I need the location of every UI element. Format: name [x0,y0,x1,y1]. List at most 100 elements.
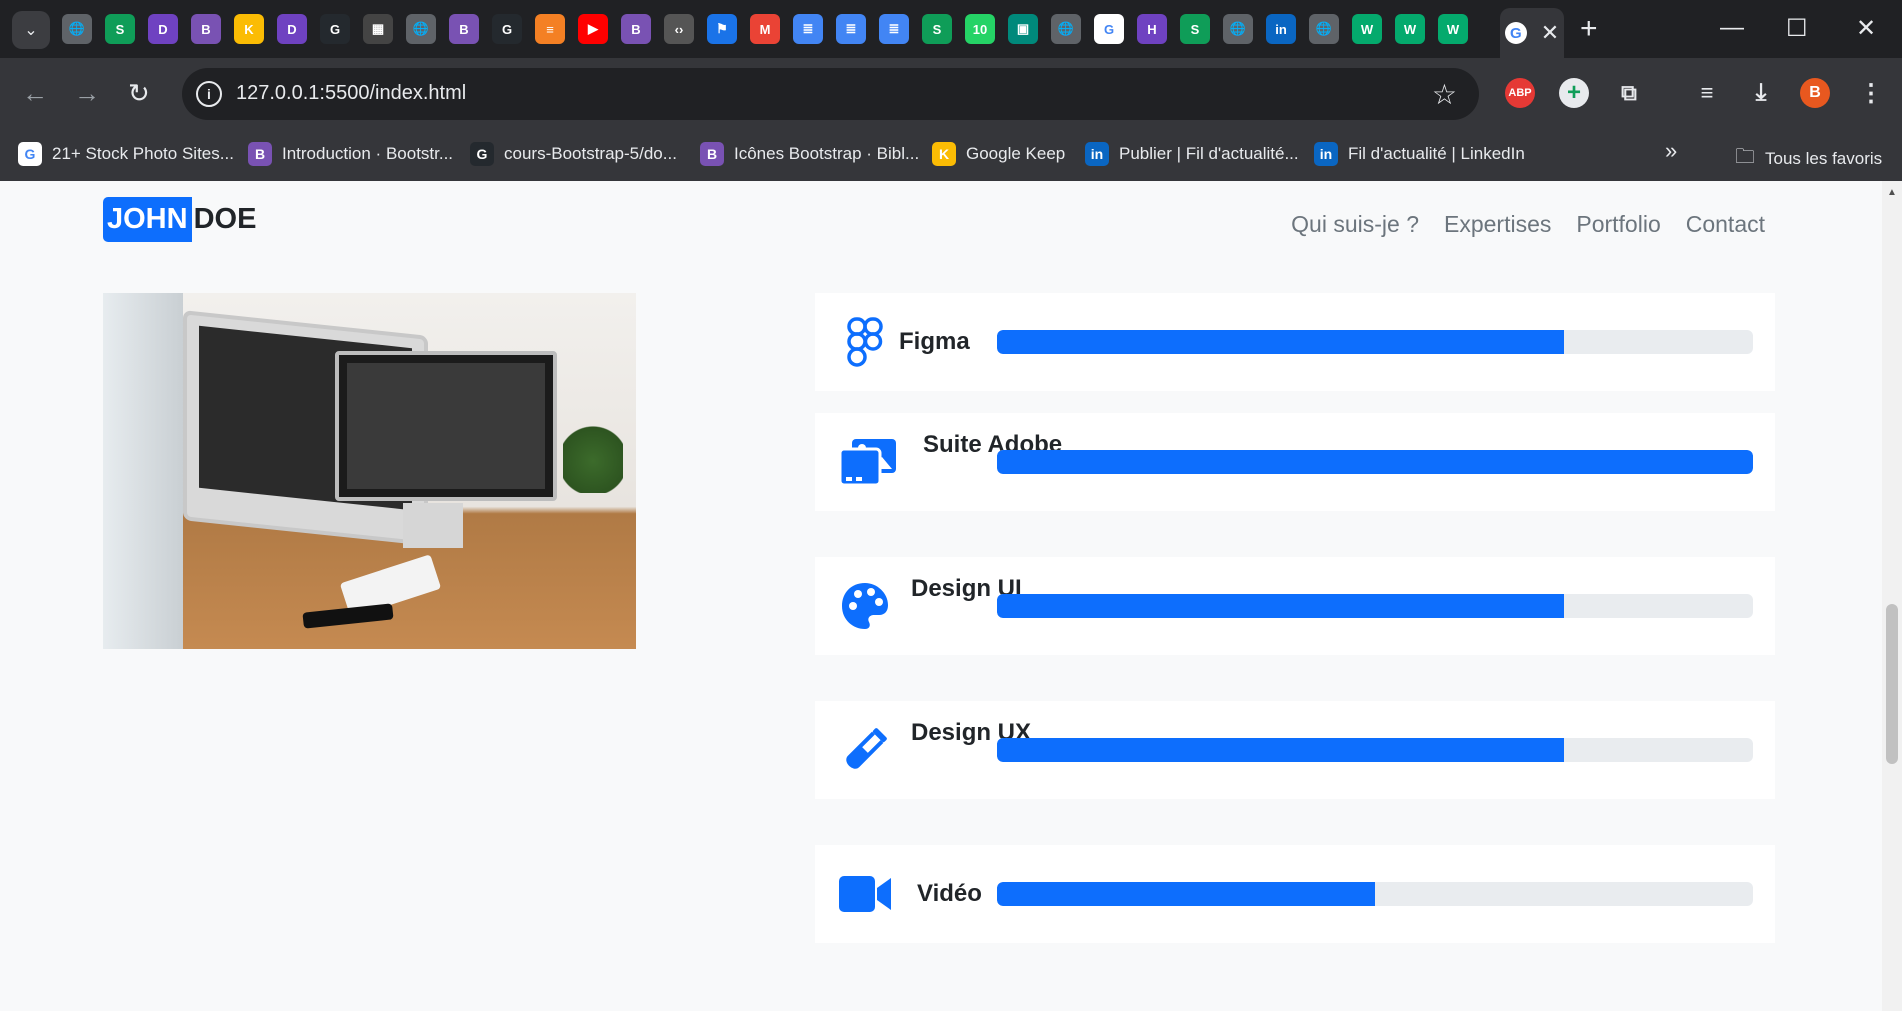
url-text[interactable]: 127.0.0.1:5500/index.html [236,82,466,105]
globe-tab-icon[interactable]: 🌐 [1309,14,1339,44]
docs-tab-icon[interactable]: ≣ [836,14,866,44]
bookmark-label: Fil d'actualité | LinkedIn [1348,144,1525,163]
web-page: JOHN DOE Qui suis-je ? Expertises Portfo… [0,181,1882,1011]
profile-avatar[interactable]: B [1800,78,1830,108]
savi-tab-icon[interactable]: S [1180,14,1210,44]
d-app-tab-icon[interactable]: D [277,14,307,44]
camera-video-icon [837,866,893,922]
nav-link-about[interactable]: Qui suis-je ? [1291,211,1419,238]
close-tab-icon[interactable]: ✕ [1541,20,1559,46]
browser-chrome: ⌄ 🌐 S D B K D G ▦ 🌐 B G ≡ ▶ B ‹› ⚑ M ≣ ≣ ≣ S 10 ▣ 🌐 G H S 🌐 in 🌐 W W W G… [0,0,1902,181]
globe-tab-icon[interactable]: 🌐 [1051,14,1081,44]
skill-progress-bar [997,594,1753,618]
docs-tab-icon[interactable]: ≣ [793,14,823,44]
w3-tab-icon[interactable]: W [1438,14,1468,44]
globe-tab-icon[interactable]: 🌐 [1223,14,1253,44]
savi-tab-icon[interactable]: S [105,14,135,44]
skill-progress-fill [997,594,1564,618]
brand-first-name: JOHN [103,197,192,242]
palette-icon [837,578,893,634]
workspace-photo [103,293,636,649]
bookmark-item[interactable]: in Publier | Fil d'actualité... [1085,142,1299,166]
skill-name: Figma [899,328,970,355]
globe-tab-icon[interactable]: 🌐 [62,14,92,44]
tab-list: 🌐 S D B K D G ▦ 🌐 B G ≡ ▶ B ‹› ⚑ M ≣ ≣ ≣ S 10 ▣ 🌐 G H S 🌐 in 🌐 W W W [62,14,1468,44]
github-tab-icon[interactable]: G [492,14,522,44]
address-bar[interactable]: i 127.0.0.1:5500/index.html ☆ [182,68,1479,120]
back-button[interactable]: ← [22,80,48,106]
bookmark-label: Publier | Fil d'actualité... [1119,144,1299,163]
bootstrap-tab-icon[interactable]: B [191,14,221,44]
bootstrap-tab-icon[interactable]: B [621,14,651,44]
skill-progress-bar [997,450,1753,474]
skill-progress-bar [997,882,1753,906]
bookmark-item[interactable]: B Introduction · Bootstr... [248,142,453,166]
bootstrap-tab-icon[interactable]: B [449,14,479,44]
linkedin-tab-icon[interactable]: in [1266,14,1296,44]
whatsapp-tab-icon[interactable]: 10 [965,14,995,44]
images-icon [837,434,899,490]
bookmark-item[interactable]: B Icônes Bootstrap · Bibl... [700,142,919,166]
w3-tab-icon[interactable]: W [1395,14,1425,44]
bookmark-item[interactable]: in Fil d'actualité | LinkedIn [1314,142,1525,166]
folder-icon: 🗀 [1735,146,1755,168]
nav-link-contact[interactable]: Contact [1686,211,1765,238]
site-logo[interactable]: JOHN DOE [103,197,258,242]
active-tab[interactable]: G ✕ [1500,8,1564,58]
stackoverflow-tab-icon[interactable]: ≡ [535,14,565,44]
flag-tab-icon[interactable]: ⚑ [707,14,737,44]
bookmark-item[interactable]: Gcours-Bootstrap-5/do... [470,142,677,166]
more-bookmarks-icon[interactable]: » [1665,138,1677,164]
tab-strip: ⌄ 🌐 S D B K D G ▦ 🌐 B G ≡ ▶ B ‹› ⚑ M ≣ ≣ ≣ S 10 ▣ 🌐 G H S 🌐 in 🌐 W W W G… [0,0,1902,58]
docs-tab-icon[interactable]: ≣ [879,14,909,44]
savi-tab-icon[interactable]: S [922,14,952,44]
w3-tab-icon[interactable]: W [1352,14,1382,44]
hackerrank-tab-icon[interactable]: H [1137,14,1167,44]
close-window-button[interactable]: ✕ [1856,14,1876,43]
bookmark-label: cours-Bootstrap-5/do... [504,144,677,163]
bookmark-label: 21+ Stock Photo Sites... [52,144,234,163]
add-extension-icon[interactable]: + [1559,78,1589,108]
gmail-tab-icon[interactable]: M [750,14,780,44]
adblock-extension-icon[interactable]: ABP [1505,78,1535,108]
media-controls-icon[interactable]: ≡ [1692,78,1722,108]
skill-card-design-ux: Design UX [815,701,1775,799]
globe-tab-icon[interactable]: 🌐 [406,14,436,44]
keep-tab-icon[interactable]: K [234,14,264,44]
page-scrollbar[interactable]: ▲ [1882,181,1902,1011]
skill-progress-fill [997,738,1564,762]
skill-card-video: Vidéo [815,845,1775,943]
forward-button[interactable]: → [74,80,100,106]
site-info-icon[interactable]: i [196,81,222,107]
download-icon[interactable]: ⤓ [1746,78,1776,108]
all-bookmarks-folder[interactable]: 🗀 Tous les favoris [1735,142,1882,176]
skill-card-adobe: Suite Adobe [815,413,1775,511]
code-tab-icon[interactable]: ‹› [664,14,694,44]
nav-link-portfolio[interactable]: Portfolio [1576,211,1660,238]
scroll-up-icon[interactable]: ▲ [1887,187,1897,198]
d-app-tab-icon[interactable]: D [148,14,178,44]
github-tab-icon[interactable]: G [320,14,350,44]
new-tab-button[interactable]: + [1580,14,1598,44]
maximize-button[interactable]: ☐ [1786,14,1808,43]
meet-tab-icon[interactable]: ▣ [1008,14,1038,44]
bookmark-favicon-icon: B [248,142,272,166]
google-tab-icon[interactable]: G [1094,14,1124,44]
media-tab-icon[interactable]: ▦ [363,14,393,44]
bookmark-item[interactable]: G 21+ Stock Photo Sites... [18,142,234,166]
skill-progress-fill [997,330,1564,354]
scrollbar-thumb[interactable] [1886,604,1898,764]
reload-button[interactable]: ↻ [128,80,150,106]
tab-search-button[interactable]: ⌄ [12,11,50,49]
all-bookmarks-label: Tous les favoris [1765,149,1883,168]
extensions-puzzle-icon[interactable]: ⧉ [1614,78,1644,108]
bookmark-favicon-icon: in [1085,142,1109,166]
menu-kebab-icon[interactable]: ⋮ [1856,78,1886,108]
bookmark-item[interactable]: K Google Keep [932,142,1065,166]
skill-progress-fill [997,882,1375,906]
nav-link-expertises[interactable]: Expertises [1444,211,1551,238]
youtube-tab-icon[interactable]: ▶ [578,14,608,44]
skill-name: Vidéo [917,880,982,907]
minimize-button[interactable]: — [1720,14,1744,42]
bookmark-star-icon[interactable]: ☆ [1432,78,1457,111]
